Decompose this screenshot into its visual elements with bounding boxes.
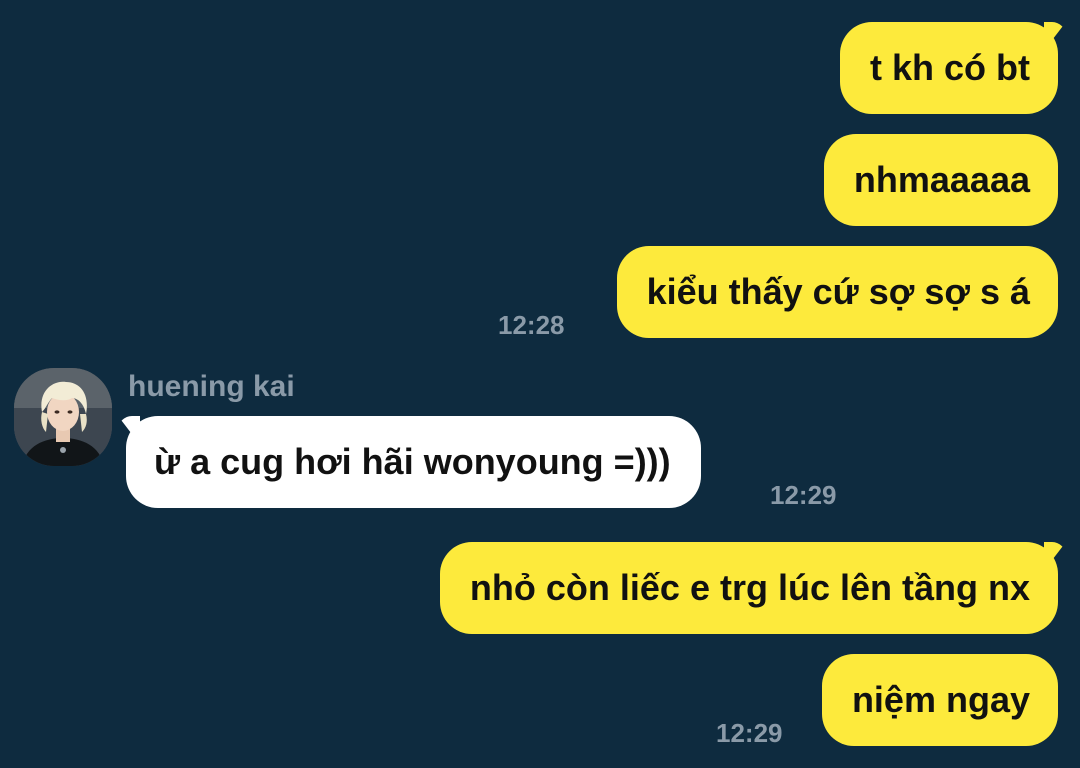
message-timestamp: 12:29 [716, 718, 783, 748]
message-timestamp: 12:29 [770, 480, 837, 510]
sender-name[interactable]: huening kai [128, 370, 295, 404]
message-bubble-outgoing[interactable]: nhmaaaaa [823, 134, 1058, 226]
message-text: ừ a cug hơi hãi wonyoung =))) [154, 441, 671, 482]
avatar-image [14, 368, 112, 466]
message-bubble-outgoing[interactable]: t kh có bt [840, 22, 1058, 114]
message-timestamp: 12:28 [498, 310, 565, 340]
message-text: nhỏ còn liếc e trg lúc lên tầng nx [469, 567, 1030, 608]
message-bubble-outgoing[interactable]: kiểu thấy cứ sợ sợ s á [616, 246, 1058, 338]
message-bubble-outgoing[interactable]: niệm ngay [821, 654, 1058, 746]
message-text: niệm ngay [851, 679, 1030, 720]
avatar[interactable] [14, 368, 112, 466]
message-text: t kh có bt [870, 47, 1030, 88]
message-bubble-outgoing[interactable]: nhỏ còn liếc e trg lúc lên tầng nx [439, 542, 1058, 634]
message-text: kiểu thấy cứ sợ sợ s á [646, 271, 1030, 312]
message-bubble-incoming[interactable]: ừ a cug hơi hãi wonyoung =))) [126, 416, 701, 508]
message-text: nhmaaaaa [853, 159, 1030, 200]
chat-thread: t kh có bt nhmaaaaa kiểu thấy cứ sợ sợ s… [0, 0, 1080, 768]
